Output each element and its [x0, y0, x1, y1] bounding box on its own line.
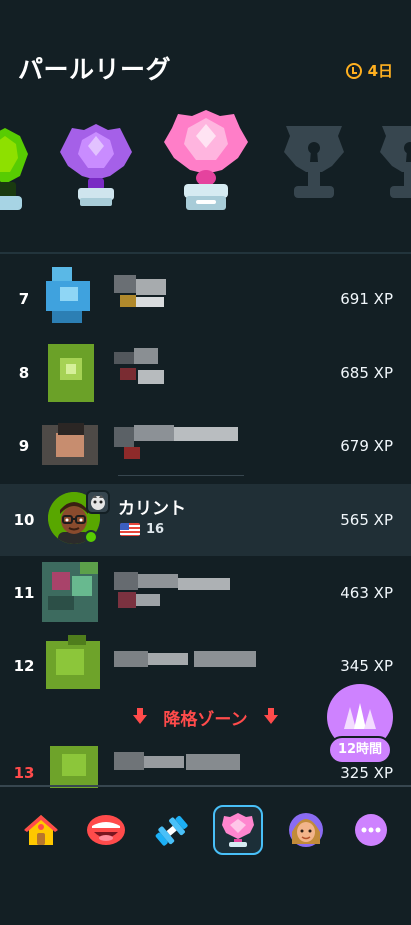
- xp-value: 691 XP: [340, 290, 393, 308]
- emerald-league-icon: [0, 128, 28, 210]
- rank-number: 10: [13, 511, 35, 529]
- blurred-username: [114, 649, 264, 697]
- home-icon: [24, 815, 58, 845]
- xp-value: 679 XP: [340, 437, 393, 455]
- nav-profile[interactable]: [281, 805, 331, 855]
- league-trophies[interactable]: [0, 108, 411, 228]
- time-remaining: 4日: [345, 60, 393, 81]
- locked-league-icon: [380, 126, 411, 198]
- speak-icon: [87, 815, 125, 845]
- nav-speak[interactable]: [81, 805, 131, 855]
- pearl-league-icon: [164, 110, 248, 210]
- page-title: パールリーグ: [18, 55, 172, 84]
- clock-icon: [345, 62, 362, 79]
- current-user-row[interactable]: 10 カリント 16 565 XP: [0, 484, 411, 556]
- leaderboard-row[interactable]: 11 463 XP: [0, 558, 411, 628]
- time-remaining-label: 4日: [367, 62, 393, 80]
- leaderboard-row[interactable]: 8 685 XP: [0, 338, 411, 408]
- rank-number: 11: [13, 584, 35, 602]
- amethyst-league-icon: [60, 124, 132, 206]
- locked-league-icon: [284, 126, 344, 198]
- leaderboard-row[interactable]: 9 679 XP: [0, 411, 411, 481]
- leaderboard-screen: パールリーグ 4日 7 691 XP 8 685 XP 9 679 XP 10 …: [0, 0, 411, 925]
- nav-practice[interactable]: [146, 805, 196, 855]
- demotion-zone-label: 降格ゾーン: [163, 710, 248, 730]
- league-header: パールリーグ 4日: [0, 0, 411, 250]
- row-divider: [118, 475, 244, 476]
- avatar: [42, 635, 100, 693]
- friend-badge-icon: [86, 490, 110, 514]
- rank-number: 13: [13, 764, 35, 782]
- blurred-username: [114, 273, 184, 321]
- user-streak: 16: [120, 522, 164, 537]
- avatar: [42, 415, 100, 473]
- rank-number: 12: [13, 657, 35, 675]
- boost-timer[interactable]: 12時間: [328, 736, 392, 764]
- username: カリント: [118, 499, 186, 519]
- xp-value: 463 XP: [340, 584, 393, 602]
- blurred-username: [114, 568, 234, 616]
- xp-value: 325 XP: [340, 764, 393, 782]
- rank-number: 8: [18, 364, 30, 382]
- header-divider: [0, 252, 411, 254]
- xp-value: 685 XP: [340, 364, 393, 382]
- avatar: [42, 562, 100, 622]
- avatar: [42, 344, 100, 402]
- profile-icon: [289, 813, 323, 847]
- bottom-nav: [0, 787, 411, 877]
- blurred-username: [114, 346, 174, 394]
- online-status-icon: [84, 530, 98, 544]
- boost-icon: [344, 703, 376, 729]
- avatar: [42, 267, 100, 325]
- blurred-username: [114, 419, 244, 467]
- nav-leagues[interactable]: [213, 805, 263, 855]
- us-flag-icon: [120, 523, 140, 536]
- arrow-down-icon: [263, 708, 278, 724]
- nav-home[interactable]: [16, 805, 66, 855]
- leagues-icon: [222, 813, 254, 847]
- nav-more[interactable]: [346, 805, 396, 855]
- practice-icon: [155, 815, 188, 846]
- xp-value: 565 XP: [340, 511, 393, 529]
- rank-number: 9: [18, 437, 30, 455]
- arrow-down-icon: [133, 708, 148, 724]
- streak-count: 16: [146, 522, 165, 537]
- rank-number: 7: [18, 290, 30, 308]
- xp-value: 345 XP: [340, 657, 393, 675]
- more-icon: [355, 814, 387, 846]
- leaderboard-row[interactable]: 7 691 XP: [0, 265, 411, 335]
